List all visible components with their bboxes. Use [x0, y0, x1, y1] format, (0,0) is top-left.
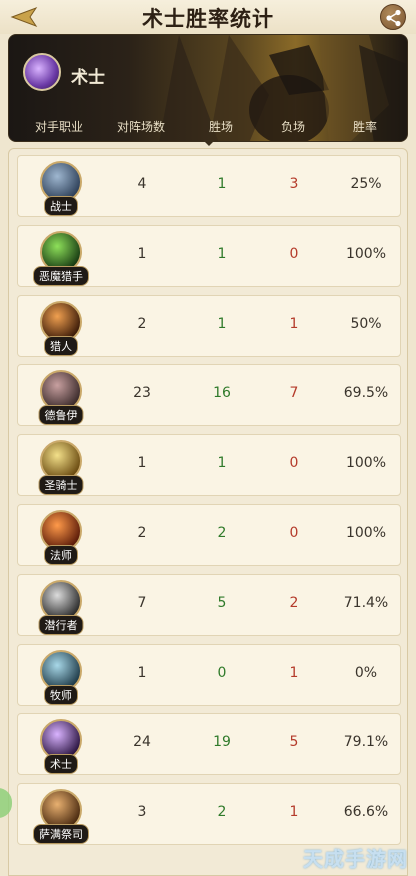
- wins-count: 19: [213, 734, 231, 751]
- win-rate: 50%: [350, 315, 382, 332]
- table-row[interactable]: 萨满祭司 3 2 1 66.6%: [17, 783, 401, 846]
- table-row[interactable]: 恶魔猎手 1 1 0 100%: [17, 224, 401, 287]
- table-row[interactable]: 德鲁伊 23 16 7 69.5%: [17, 364, 401, 427]
- losses-count: 7: [289, 385, 299, 402]
- win-rate: 100%: [345, 245, 387, 262]
- wins-count: 1: [217, 245, 227, 262]
- losses-count: 0: [289, 455, 299, 472]
- wins-count: 2: [217, 525, 227, 541]
- table-row[interactable]: 圣骑士 1 1 0 100%: [17, 434, 401, 497]
- losses-count: 0: [289, 245, 299, 262]
- losses-count: 1: [289, 315, 299, 332]
- opponent-class-label: 圣骑士: [38, 475, 84, 496]
- games-count: 1: [137, 455, 147, 472]
- games-count: 2: [137, 525, 147, 541]
- opponent-class-label: 法师: [44, 545, 78, 565]
- table-row[interactable]: 牧师 1 0 1 0%: [17, 643, 401, 706]
- column-headers: 对手职业 对阵场数 胜场 负场 胜率: [9, 115, 407, 137]
- table-row[interactable]: 猎人 2 1 1 50%: [17, 294, 401, 357]
- opponent-class-label: 牧师: [44, 684, 78, 705]
- losses-count: 1: [289, 664, 299, 681]
- win-rate: 25%: [350, 176, 382, 192]
- win-rate: 79.1%: [343, 734, 389, 751]
- page-title: 术士胜率统计: [142, 7, 274, 31]
- col-opponent-class: 对手职业: [34, 120, 84, 134]
- win-rate: 69.5%: [343, 385, 389, 402]
- games-count: 2: [137, 315, 147, 332]
- table-row[interactable]: 法师 2 2 0 100%: [17, 504, 401, 566]
- col-wins: 胜场: [208, 120, 234, 134]
- col-games: 对阵场数: [116, 120, 166, 134]
- opponent-class-label: 潜行者: [38, 614, 84, 635]
- wins-count: 16: [213, 385, 231, 402]
- watermark: 天成手游网: [303, 847, 408, 871]
- win-rate: 0%: [354, 664, 378, 681]
- win-rate: 100%: [345, 455, 387, 472]
- games-count: 7: [137, 594, 147, 611]
- header-pointer: [203, 140, 215, 146]
- wins-count: 1: [217, 176, 227, 192]
- games-count: 1: [137, 245, 147, 262]
- games-count: 3: [137, 804, 147, 821]
- games-count: 24: [133, 734, 151, 751]
- class-header: 术士 对手职业 对阵场数 胜场 负场 胜率: [8, 34, 408, 142]
- wins-count: 5: [217, 594, 227, 611]
- games-count: 23: [133, 385, 151, 402]
- opponent-class-label: 猎人: [44, 335, 78, 356]
- win-rate: 66.6%: [343, 804, 389, 821]
- opponent-class-label: 术士: [44, 754, 78, 775]
- wins-count: 0: [217, 664, 227, 681]
- opponent-class-label: 萨满祭司: [33, 824, 89, 845]
- class-name: 术士: [71, 68, 105, 88]
- warlock-class-icon: [23, 53, 61, 91]
- wins-count: 2: [217, 804, 227, 821]
- share-icon: [386, 9, 401, 27]
- table-row[interactable]: 潜行者 7 5 2 71.4%: [17, 573, 401, 636]
- win-rate: 100%: [345, 525, 387, 541]
- losses-count: 1: [289, 804, 299, 821]
- wins-count: 1: [217, 315, 227, 332]
- opponent-class-label: 战士: [44, 196, 78, 216]
- col-winrate: 胜率: [352, 120, 378, 134]
- win-rate: 71.4%: [343, 594, 389, 611]
- losses-count: 0: [289, 525, 299, 541]
- losses-count: 3: [289, 176, 299, 192]
- losses-count: 5: [289, 734, 299, 751]
- wins-count: 1: [217, 455, 227, 472]
- share-button[interactable]: [380, 4, 406, 30]
- top-bar: 术士胜率统计: [0, 0, 416, 34]
- opponent-class-label: 恶魔猎手: [33, 265, 89, 286]
- table-row[interactable]: 术士 24 19 5 79.1%: [17, 713, 401, 776]
- col-losses: 负场: [280, 120, 306, 134]
- games-count: 1: [137, 664, 147, 681]
- table-row[interactable]: 战士 4 1 3 25%: [17, 155, 401, 217]
- games-count: 4: [137, 176, 147, 192]
- opponent-class-label: 德鲁伊: [38, 405, 84, 426]
- losses-count: 2: [289, 594, 299, 611]
- stats-list: 战士 4 1 3 25% 恶魔猎手 1 1 0 100% 猎人 2 1 1 50% 德鲁伊 23 16 7 69.5%…: [8, 148, 408, 876]
